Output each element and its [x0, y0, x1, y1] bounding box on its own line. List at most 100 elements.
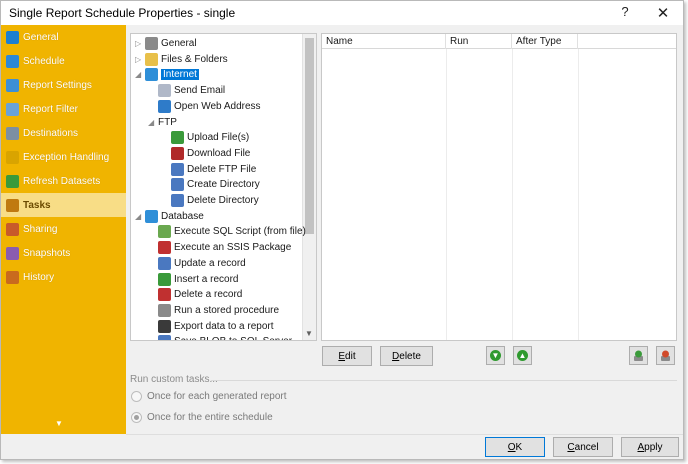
radio-label: Once for the entire schedule	[147, 412, 273, 423]
close-button[interactable]: ✕	[651, 4, 675, 22]
ok-label: K	[515, 441, 523, 453]
tree-scroll-down-icon[interactable]: ▼	[305, 329, 313, 338]
tree-node-run-a-stored-procedure[interactable]: Run a stored procedure	[148, 303, 279, 318]
tree-node-label: Execute an SSIS Package	[174, 242, 292, 254]
tree-node-label: Delete a record	[174, 289, 243, 301]
sidebar-item-tasks[interactable]: Tasks	[1, 193, 126, 217]
task-list[interactable]: Name Run After Type	[321, 33, 677, 341]
import-tasks-icon	[634, 350, 643, 361]
column-name[interactable]: Name	[322, 34, 446, 49]
ok-button[interactable]: OK	[485, 437, 545, 457]
sidebar-item-general[interactable]: General	[1, 25, 126, 49]
tree-node-delete-ftp-file[interactable]: Delete FTP File	[161, 162, 256, 177]
expander-icon[interactable]: ◢	[135, 70, 145, 79]
tree-node-database[interactable]: ◢ Database	[135, 209, 204, 224]
move-down-button[interactable]: ▼	[486, 346, 505, 365]
radio-dot[interactable]	[131, 412, 142, 423]
sidebar-item-label: Snapshots	[23, 247, 71, 259]
tree-scrollbar-thumb[interactable]	[305, 38, 314, 234]
expander-icon[interactable]: ▷	[135, 55, 145, 64]
tree-node-open-web-address[interactable]: Open Web Address	[148, 99, 261, 114]
tree-node-label: Insert a record	[174, 273, 239, 285]
info-icon	[6, 30, 19, 44]
export-data-icon	[158, 319, 171, 333]
delete-ftp-file-icon	[171, 162, 184, 176]
sidebar-item-label: Refresh Datasets	[23, 175, 101, 187]
tree-node-update-a-record[interactable]: Update a record	[148, 256, 246, 271]
destinations-icon	[6, 126, 19, 140]
tree-node-label: Delete Directory	[187, 195, 259, 206]
arrow-up-icon: ▲	[517, 350, 528, 361]
tree-node-send-email[interactable]: Send Email	[148, 83, 225, 98]
tree-node-delete-a-record[interactable]: Delete a record	[148, 287, 242, 302]
tree-node-files-folders[interactable]: ▷ Files & Folders	[135, 52, 228, 67]
column-after-type[interactable]: After Type	[512, 34, 578, 49]
column-divider	[578, 49, 579, 340]
tree-node-label: Internet	[161, 69, 199, 81]
sidebar-item-label: Exception Handling	[23, 151, 110, 163]
sidebar-item-sharing[interactable]: Sharing	[1, 217, 126, 241]
sidebar-item-refresh-datasets[interactable]: Refresh Datasets	[1, 169, 126, 193]
tree-node-insert-a-record[interactable]: Insert a record	[148, 272, 238, 287]
delete-button[interactable]: Delete	[380, 346, 433, 366]
sidebar-item-destinations[interactable]: Destinations	[1, 121, 126, 145]
run-custom-tasks-label: Run custom tasks...	[130, 374, 218, 385]
tree-node-upload-file-s[interactable]: Upload File(s)	[161, 130, 249, 145]
sidebar-item-report-filter[interactable]: Report Filter	[1, 97, 126, 121]
task-type-tree[interactable]: ▼ ▷ General ▷ Files & Folders ◢ Internet Send …	[130, 33, 317, 341]
sidebar-item-label: Destinations	[23, 127, 79, 139]
tree-node-label: Upload File(s)	[187, 132, 250, 144]
tree-node-export-data-to-a-report[interactable]: Export data to a report	[148, 319, 274, 334]
tree-scrollbar[interactable]: ▼	[302, 34, 316, 340]
tree-node-execute-sql-script-from-file[interactable]: Execute SQL Script (from file)	[148, 224, 306, 239]
apply-button[interactable]: Apply	[621, 437, 679, 457]
cancel-label: ancel	[574, 441, 599, 453]
sidebar-item-label: General	[23, 31, 59, 43]
gear-icon	[145, 37, 158, 50]
sidebar-scroll-down-icon[interactable]: ▼	[55, 419, 63, 428]
expander-icon[interactable]: ◢	[135, 212, 145, 221]
tree-node-execute-an-ssis-package[interactable]: Execute an SSIS Package	[148, 240, 291, 255]
tree-node-delete-directory[interactable]: Delete Directory	[161, 193, 259, 208]
sql-script-icon	[158, 225, 171, 239]
column-run[interactable]: Run	[446, 34, 512, 49]
radio-dot[interactable]	[131, 391, 142, 402]
tree-node-label: Run a stored procedure	[174, 304, 280, 316]
edit-button[interactable]: Edit	[322, 346, 372, 366]
expander-icon[interactable]: ◢	[148, 118, 158, 127]
import-tasks-button[interactable]	[629, 346, 648, 365]
stored-procedure-icon	[158, 303, 171, 317]
sidebar-item-snapshots[interactable]: Snapshots	[1, 241, 126, 265]
move-up-button[interactable]: ▲	[513, 346, 532, 365]
delete-directory-icon	[171, 194, 184, 207]
tree-node-label: FTP	[158, 116, 177, 128]
save-blob-icon	[158, 335, 171, 340]
sidebar-item-schedule[interactable]: Schedule	[1, 49, 126, 73]
export-tasks-button[interactable]	[656, 346, 675, 365]
help-button[interactable]: ?	[615, 4, 635, 22]
expander-icon[interactable]: ▷	[135, 39, 145, 48]
tree-node-label: Download File	[187, 147, 251, 159]
tree-node-label: Update a record	[174, 257, 246, 269]
tree-node-label: Send Email	[174, 85, 226, 97]
tree-node-create-directory[interactable]: Create Directory	[161, 177, 260, 192]
apply-label: pply	[644, 441, 663, 453]
tree-node-download-file[interactable]: Download File	[161, 146, 250, 161]
sidebar-item-exception-handling[interactable]: Exception Handling	[1, 145, 126, 169]
sidebar-item-history[interactable]: History	[1, 265, 126, 289]
radio-once-entire-schedule[interactable]: Once for the entire schedule	[131, 412, 273, 423]
tree-node-save-blob-to-sql-server[interactable]: Save BLOB to SQL Server	[148, 334, 292, 340]
dialog-window: Single Report Schedule Properties - sing…	[0, 0, 684, 460]
tree-node-internet[interactable]: ◢ Internet	[135, 67, 199, 82]
radio-once-each-report[interactable]: Once for each generated report	[131, 391, 287, 402]
report-settings-icon	[6, 78, 19, 92]
sidebar-item-report-settings[interactable]: Report Settings	[1, 73, 126, 97]
delete-label: elete	[399, 350, 421, 362]
cancel-button[interactable]: Cancel	[553, 437, 613, 457]
footer-divider	[126, 434, 683, 435]
tree-node-general[interactable]: ▷ General	[135, 36, 197, 51]
ssis-icon	[158, 241, 171, 255]
tree-node-label: Execute SQL Script (from file)	[174, 226, 306, 238]
globe-icon	[145, 68, 158, 82]
tree-node-ftp[interactable]: ◢ FTP	[148, 115, 177, 130]
